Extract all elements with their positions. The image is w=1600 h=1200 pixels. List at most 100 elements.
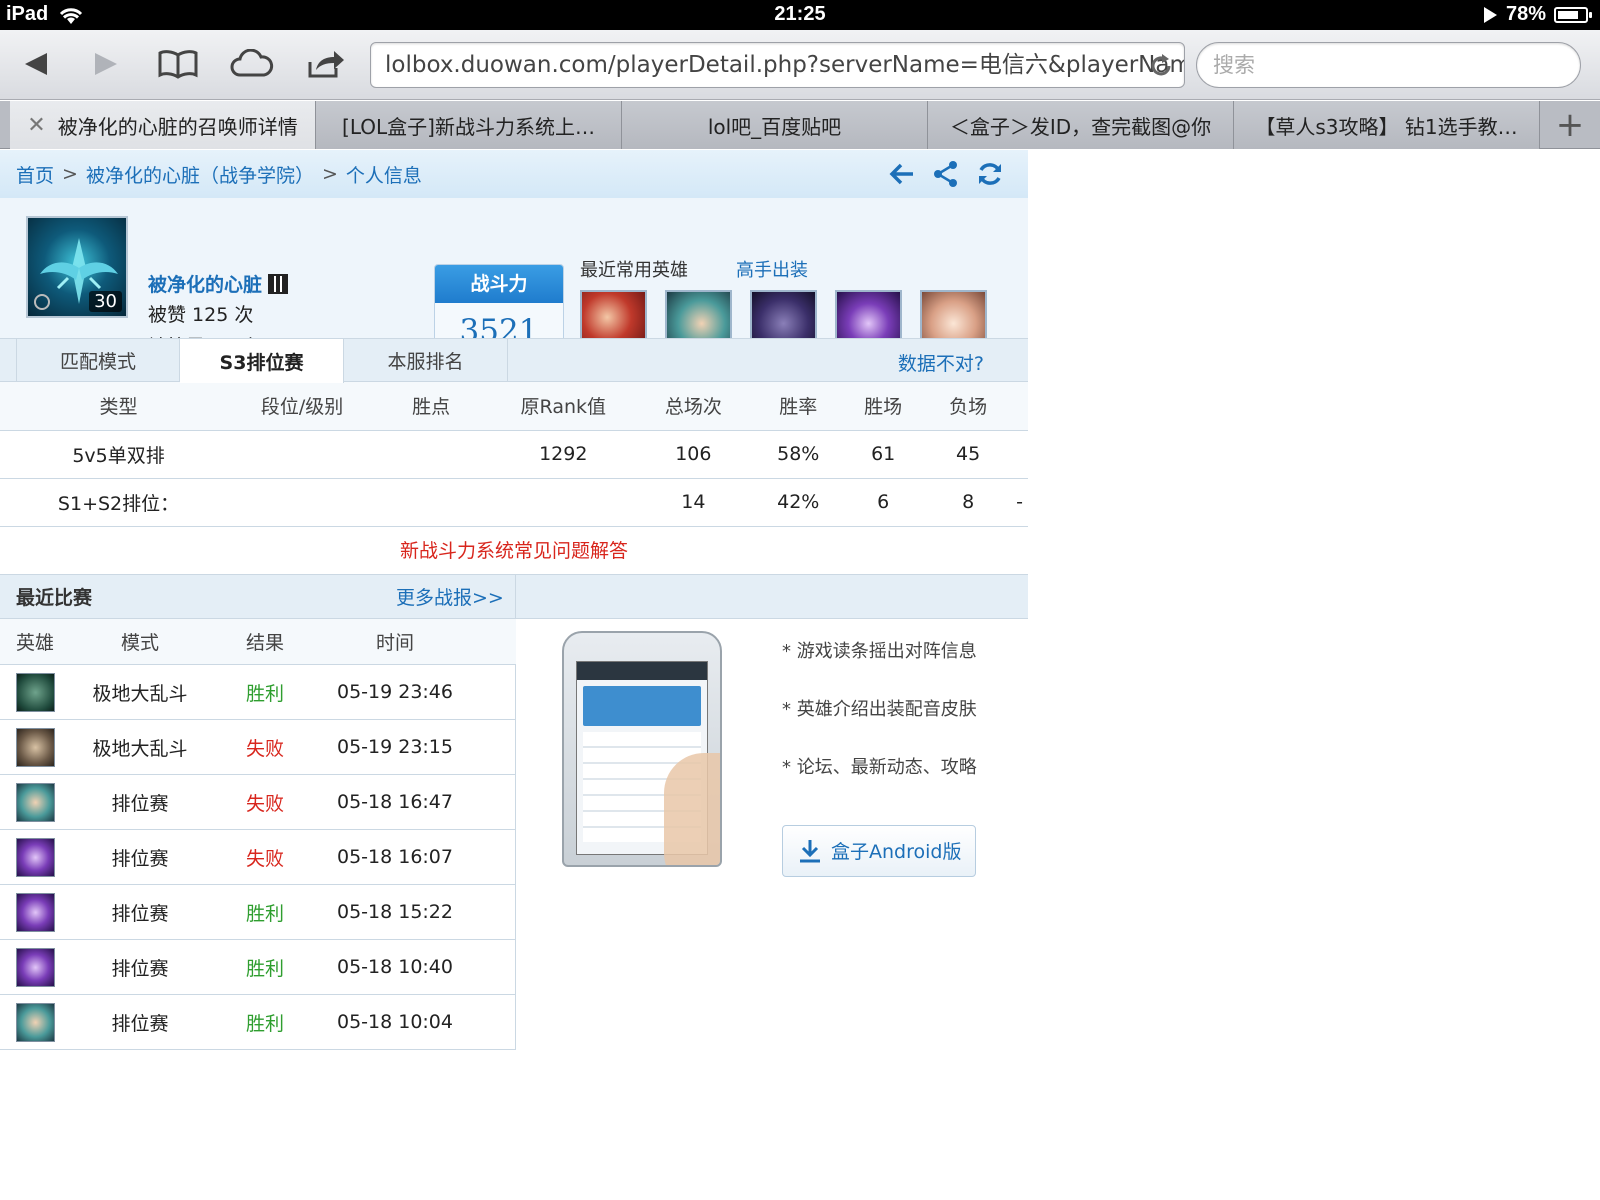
- table-row[interactable]: 极地大乱斗 失败 05-19 23:15: [0, 719, 516, 775]
- phone-screen-header: [577, 661, 707, 680]
- hero-cell: [0, 774, 70, 830]
- col-rank-value: 原Rank值: [495, 382, 632, 431]
- page-actions: [888, 160, 1004, 188]
- tab-player-detail[interactable]: ✕ 被净化的心脏的召唤师详情: [10, 101, 316, 149]
- row-pad: [470, 884, 516, 940]
- recent-matches: 最近比赛 更多战报>> 英雄 模式 结果 时间 极地大乱斗 胜利 05-19 2…: [0, 574, 516, 1050]
- breadcrumb-home[interactable]: 首页: [16, 161, 54, 188]
- back-arrow-icon: [25, 53, 47, 75]
- table-row[interactable]: 排位赛 胜利 05-18 10:04: [0, 994, 516, 1050]
- match-result: 胜利: [210, 994, 320, 1050]
- matches-table-header: 英雄 模式 结果 时间: [0, 618, 516, 665]
- row-trailing-dash: -: [1011, 478, 1028, 527]
- player-name-text: 被净化的心脏: [148, 274, 263, 296]
- power-label: 战斗力: [435, 265, 563, 303]
- table-row[interactable]: 排位赛 失败 05-18 16:47: [0, 774, 516, 830]
- forward-button[interactable]: [84, 44, 128, 84]
- row-losses: 45: [925, 430, 1012, 479]
- match-result: 失败: [210, 774, 320, 830]
- hero-icon-green-armor: [16, 672, 55, 712]
- bookmarks-button[interactable]: [156, 44, 200, 84]
- col-time: 时间: [320, 618, 470, 665]
- row-pad: [1011, 430, 1028, 479]
- tab-label: [LOL盒子]新战斗力系统上…: [342, 114, 595, 139]
- search-field[interactable]: 搜索: [1196, 42, 1581, 88]
- table-row[interactable]: 排位赛 胜利 05-18 15:22: [0, 884, 516, 940]
- matches-table: 英雄 模式 结果 时间 极地大乱斗 胜利 05-19 23:46 极地大乱斗 失: [0, 618, 516, 1050]
- match-mode: 极地大乱斗: [70, 719, 210, 775]
- hero-cell: [0, 994, 70, 1050]
- data-wrong-link[interactable]: 数据不对?: [898, 349, 984, 376]
- download-android-button[interactable]: 盒子Android版: [782, 824, 976, 877]
- forward-arrow-icon: [95, 53, 117, 75]
- likes-count: 被赞 125 次: [148, 304, 254, 326]
- tab-normal-mode[interactable]: 匹配模式: [16, 339, 180, 381]
- refresh-icon[interactable]: [976, 160, 1004, 188]
- download-label: 盒子Android版: [831, 841, 962, 863]
- breadcrumb-player[interactable]: 被净化的心脏（战争学院）: [86, 161, 314, 188]
- qr-code-icon[interactable]: [268, 274, 289, 294]
- breadcrumb: 首页 > 被净化的心脏（战争学院） > 个人信息: [0, 150, 1028, 198]
- table-row[interactable]: 排位赛 失败 05-18 16:07: [0, 829, 516, 885]
- row-tier: [237, 430, 368, 479]
- col-lp: 胜点: [367, 382, 496, 431]
- match-mode: 排位赛: [70, 884, 210, 940]
- reload-icon[interactable]: [1148, 53, 1174, 79]
- status-bar: iPad 21:25 78%: [0, 0, 1600, 30]
- hero-icon-void-purple: [16, 947, 55, 987]
- cloud-icon: [230, 49, 274, 77]
- player-name[interactable]: 被净化的心脏: [148, 270, 289, 297]
- match-result: 胜利: [210, 884, 320, 940]
- row-total: 14: [631, 478, 756, 527]
- row-type: S1+S2排位：: [0, 478, 238, 527]
- tab-s3-guide[interactable]: 【草人s3攻略】 钻1选手教…: [1234, 101, 1540, 149]
- match-mode: 排位赛: [70, 994, 210, 1050]
- tab-bar: ✕ 被净化的心脏的召唤师详情 [LOL盒子]新战斗力系统上… lol吧_百度贴吧…: [0, 101, 1600, 149]
- new-tab-button[interactable]: +: [1540, 101, 1600, 148]
- more-reports-link[interactable]: 更多战报>>: [396, 583, 504, 610]
- table-row[interactable]: 极地大乱斗 胜利 05-19 23:46: [0, 664, 516, 720]
- match-time: 05-18 16:07: [320, 829, 470, 885]
- row-total: 106: [631, 430, 756, 479]
- row-pad: [470, 829, 516, 885]
- row-rank-value: [495, 478, 632, 527]
- col-result: 结果: [210, 618, 320, 665]
- share-button[interactable]: [304, 44, 348, 84]
- share-arrow-icon: [308, 51, 344, 78]
- close-tab-icon[interactable]: ✕: [27, 113, 45, 138]
- battery-fill: [1558, 10, 1579, 19]
- share-icon[interactable]: [932, 160, 960, 188]
- table-row[interactable]: 排位赛 胜利 05-18 10:40: [0, 939, 516, 995]
- tab-lol-box-news[interactable]: [LOL盒子]新战斗力系统上…: [316, 101, 622, 149]
- match-mode: 极地大乱斗: [70, 664, 210, 720]
- url-text: lolbox.duowan.com/playerDetail.php?serve…: [385, 52, 1185, 78]
- mode-tabs: 匹配模式 S3排位赛 本服排名 数据不对?: [0, 338, 1028, 383]
- battery-icon: [1554, 6, 1592, 23]
- battery-percent: 78%: [1505, 3, 1546, 25]
- hero-cell: [0, 829, 70, 885]
- row-wins: 6: [841, 478, 926, 527]
- tab-s3-ranked[interactable]: S3排位赛: [180, 339, 344, 383]
- breadcrumb-separator: >: [62, 163, 78, 185]
- match-result: 胜利: [210, 664, 320, 720]
- col-hero: 英雄: [0, 618, 70, 665]
- breadcrumb-current[interactable]: 个人信息: [346, 161, 422, 188]
- build-link[interactable]: 高手出装: [736, 256, 808, 282]
- hand-illustration: [664, 752, 720, 865]
- col-mode: 模式: [70, 618, 210, 665]
- url-field[interactable]: lolbox.duowan.com/playerDetail.php?serve…: [370, 42, 1185, 88]
- faq-link[interactable]: 新战斗力系统常见问题解答: [0, 527, 1028, 575]
- row-pad: [470, 664, 516, 720]
- row-wins: 61: [841, 430, 926, 479]
- row-winrate: 42%: [755, 478, 842, 527]
- icloud-tabs-button[interactable]: [230, 44, 274, 84]
- web-page: 首页 > 被净化的心脏（战争学院） > 个人信息 30 被净化的心脏 被赞 12…: [0, 150, 1028, 1050]
- tab-lol-tieba[interactable]: lol吧_百度贴吧: [622, 101, 928, 149]
- row-winrate: 58%: [755, 430, 842, 479]
- back-arrow-icon[interactable]: [888, 160, 916, 188]
- tab-box-id[interactable]: ＜盒子＞发ID，查完截图@你: [928, 101, 1234, 149]
- tab-server-ranking[interactable]: 本服排名: [344, 339, 508, 381]
- table-row: S1+S2排位： 14 42% 6 8 -: [0, 478, 1028, 527]
- avatar: 30: [26, 216, 128, 318]
- back-button[interactable]: [14, 44, 58, 84]
